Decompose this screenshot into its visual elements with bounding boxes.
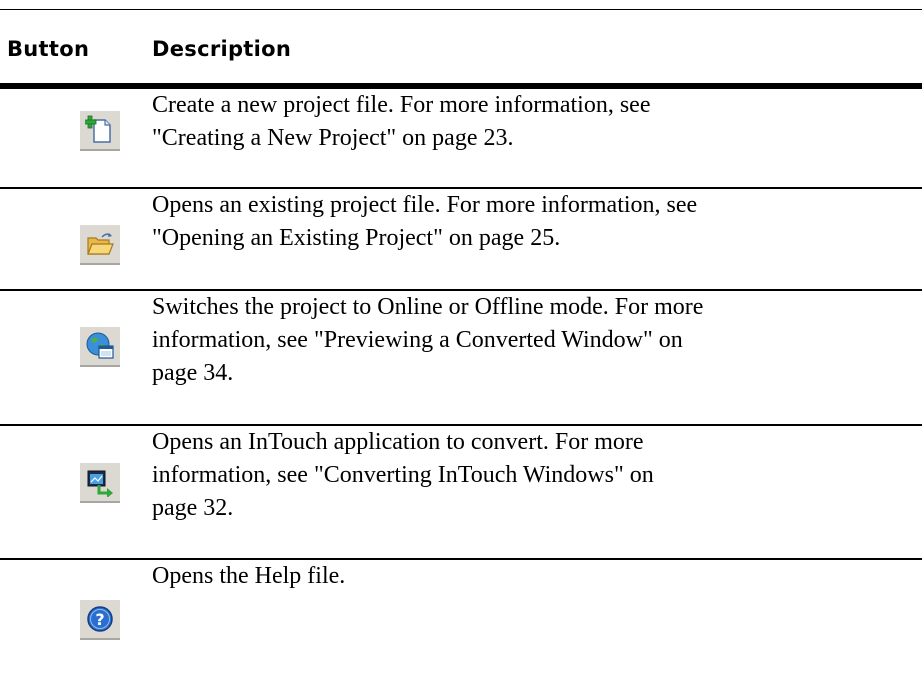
description-line: "Opening an Existing Project" on page 25… [152,225,561,251]
table-row-convert-intouch: Opens an InTouch application to convert.… [0,426,922,560]
row-description: Create a new project file. For more info… [152,89,922,155]
row-description: Opens an existing project file. For more… [152,189,922,255]
description-line: Opens an InTouch application to convert.… [152,429,644,455]
description-line: "Creating a New Project" on page 23. [152,125,514,151]
online-offline-button[interactable] [80,327,120,367]
row-description: Switches the project to Online or Offlin… [152,291,922,390]
new-project-button[interactable] [80,111,120,151]
description-line: information, see "Converting InTouch Win… [152,462,654,488]
table-row-new-project: Create a new project file. For more info… [0,89,922,189]
globe-window-icon [85,331,115,361]
open-folder-icon [85,230,115,258]
table-row-open-project: Opens an existing project file. For more… [0,189,922,291]
description-line: page 34. [152,360,234,386]
help-icon: ? [85,604,115,634]
description-line: Switches the project to Online or Offlin… [152,294,704,320]
svg-text:?: ? [95,610,104,629]
table-header: Button Description [0,30,922,70]
description-line: Opens the Help file. [152,563,346,589]
description-line: information, see "Previewing a Converted… [152,327,683,353]
description-line: Create a new project file. For more info… [152,92,651,118]
row-description: Opens an InTouch application to convert.… [152,426,922,525]
description-line: page 32. [152,495,234,521]
description-column-header: Description [152,37,292,61]
new-project-icon [85,115,115,145]
button-column-header: Button [7,37,90,61]
intouch-convert-icon [85,467,115,497]
table-row-help: ? Opens the Help file. [0,560,922,683]
description-line: Opens an existing project file. For more… [152,192,698,218]
top-rule [0,9,922,10]
table-row-online-offline: Switches the project to Online or Offlin… [0,291,922,426]
help-button[interactable]: ? [80,600,120,640]
convert-intouch-button[interactable] [80,463,120,503]
open-project-button[interactable] [80,225,120,265]
row-description: Opens the Help file. [152,560,922,593]
